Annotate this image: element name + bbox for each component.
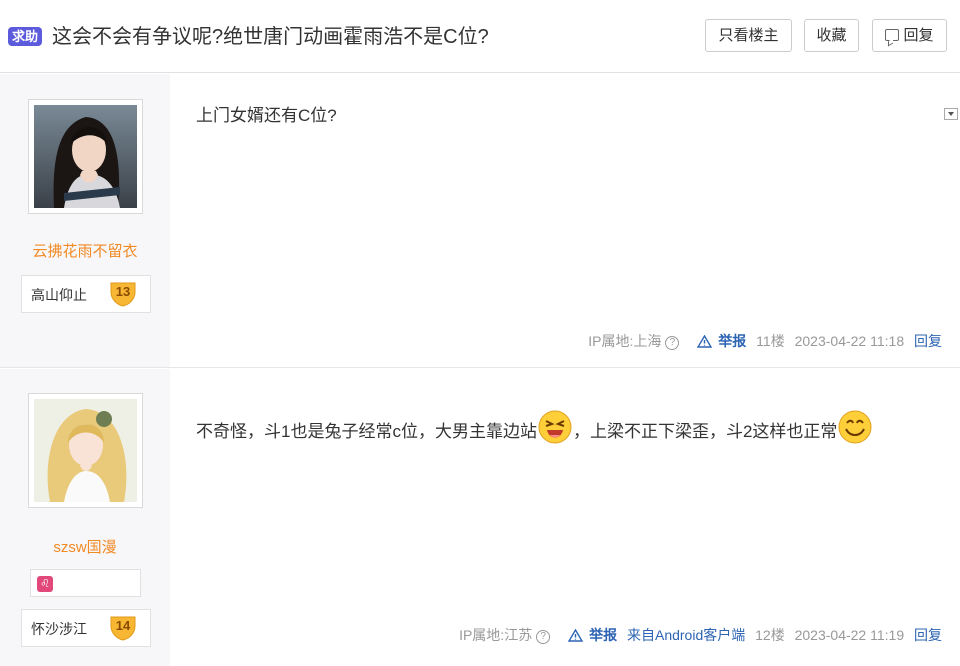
thread-header: 求助 这会不会有争议呢?绝世唐门动画霍雨浩不是C位? 只看楼主 收藏 回复: [0, 0, 960, 73]
warning-icon: [697, 335, 713, 348]
floor-number: 12楼: [755, 627, 785, 643]
post-meta: IP属地:上海? 举报 11楼 2023-04-22 11:18 回复: [582, 331, 942, 351]
avatar-image: [34, 399, 137, 502]
thread-title[interactable]: 这会不会有争议呢?绝世唐门动画霍雨浩不是C位?: [52, 24, 489, 50]
post-menu-dropdown[interactable]: [944, 108, 958, 120]
help-tag: 求助: [8, 27, 43, 46]
post-text-2: ，上梁不正下梁歪，斗2这样也正常: [572, 422, 838, 441]
post-meta: IP属地:江苏? 举报 来自Android客户端 12楼 2023-04-22 …: [453, 625, 942, 645]
ip-location: IP属地:上海: [588, 333, 662, 349]
ip-location: IP属地:江苏: [459, 627, 533, 643]
level-box[interactable]: 高山仰止 13: [21, 275, 151, 313]
favorite-button[interactable]: 收藏: [804, 19, 859, 52]
reply-link[interactable]: 回复: [914, 627, 942, 643]
username[interactable]: 云拂花雨不留衣: [0, 240, 170, 261]
warning-icon: [568, 629, 584, 642]
floor-number: 11楼: [756, 333, 785, 349]
level-title: 怀沙涉江: [31, 622, 87, 638]
report-link[interactable]: 举报: [697, 333, 746, 349]
laughing-emoji-icon: [538, 410, 572, 444]
only-author-button[interactable]: 只看楼主: [705, 19, 792, 52]
level-number: 13: [115, 284, 131, 299]
post-text-1: 不奇怪，斗1也是兔子经常c位，大男主靠边站: [196, 422, 537, 441]
post-floor-12: szsw国漫 ♌ 怀沙涉江 14 不奇怪，斗1也是兔子经常c位，大男主靠边站 ，上…: [0, 369, 960, 666]
level-title: 高山仰止: [31, 288, 87, 304]
smile-emoji-icon: [838, 410, 872, 444]
avatar[interactable]: [28, 393, 143, 508]
report-link[interactable]: 举报: [568, 627, 617, 643]
avatar[interactable]: [28, 99, 143, 214]
reply-icon: [885, 29, 900, 41]
author-sidebar: szsw国漫 ♌ 怀沙涉江 14: [0, 369, 170, 666]
help-icon[interactable]: ?: [665, 336, 680, 350]
username[interactable]: szsw国漫: [0, 536, 170, 557]
level-box[interactable]: 怀沙涉江 14: [21, 609, 151, 647]
reply-button[interactable]: 回复: [872, 19, 947, 52]
post-time: 2023-04-22 11:19: [794, 627, 905, 643]
avatar-image: [34, 105, 137, 208]
reply-button-label: 回复: [903, 27, 934, 44]
member-icon-box: ♌: [30, 569, 141, 597]
reply-link[interactable]: 回复: [914, 333, 942, 349]
post-content: 上门女婿还有C位?: [196, 106, 337, 125]
level-number: 14: [115, 618, 131, 633]
help-icon[interactable]: ?: [536, 630, 551, 644]
post-time: 2023-04-22 11:18: [794, 333, 905, 349]
post-content: 不奇怪，斗1也是兔子经常c位，大男主靠边站 ，上梁不正下梁歪，斗2这样也正常: [196, 409, 873, 447]
post-floor-11: 云拂花雨不留衣 高山仰止 13 上门女婿还有C位? IP属地:上海? 举报 11…: [0, 74, 960, 368]
author-sidebar: 云拂花雨不留衣 高山仰止 13: [0, 74, 170, 367]
client-source-link[interactable]: 来自Android客户端: [627, 627, 745, 643]
zodiac-icon[interactable]: ♌: [37, 576, 53, 592]
